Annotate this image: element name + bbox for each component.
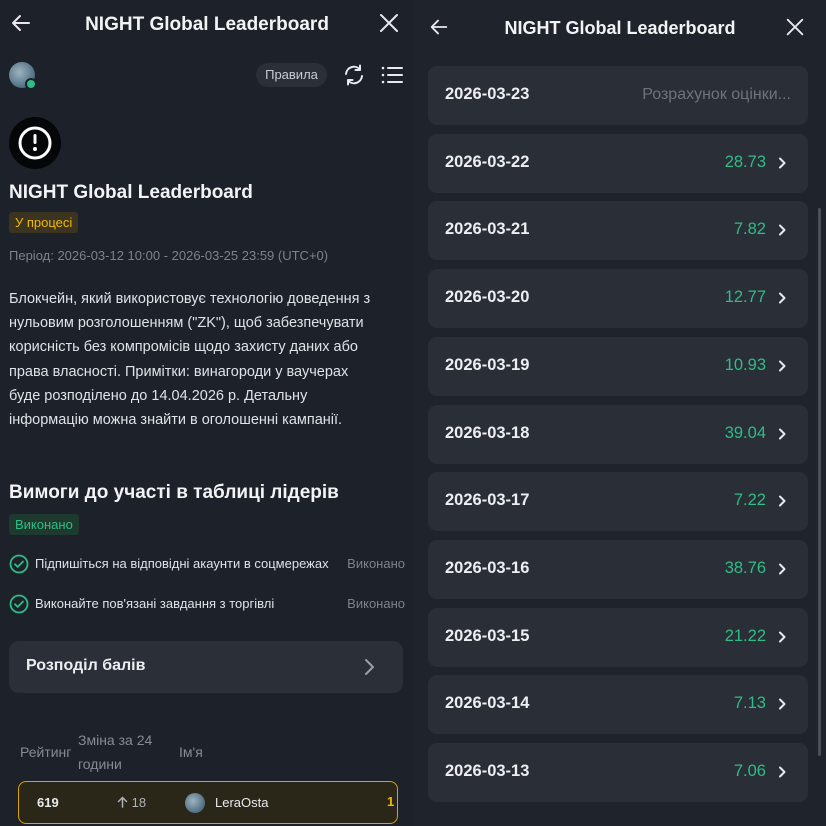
score-date: 2026-03-13 <box>445 762 530 780</box>
chevron-right-icon <box>779 157 786 169</box>
score-value: 38.76 <box>724 558 766 577</box>
night-logo-icon <box>9 117 61 169</box>
campaign-title: NIGHT Global Leaderboard <box>9 182 253 203</box>
right-header: NIGHT Global Leaderboard <box>414 0 826 50</box>
score-value: 7.22 <box>733 491 766 510</box>
daily-scores-panel: NIGHT Global Leaderboard 2026-03-23 Розра… <box>414 0 826 826</box>
daily-score-row[interactable]: 2026-03-18 39.04 <box>428 404 808 464</box>
description-line: права власності. Примітки: винагороди у … <box>9 363 349 380</box>
score-value: 7.06 <box>733 762 766 780</box>
score-date: 2026-03-18 <box>445 423 530 442</box>
description-line: інформацію можна знайти в оголошенні кам… <box>9 412 343 429</box>
refresh-icon[interactable] <box>342 63 366 87</box>
requirement-text: Підпишіться на відповідні акаунти в соцм… <box>35 556 329 571</box>
chevron-right-icon <box>779 563 786 575</box>
chevron-right-icon <box>779 224 786 236</box>
chevron-right-icon <box>779 428 786 439</box>
chevron-right-icon <box>779 698 786 710</box>
score-date: 2026-03-23 <box>445 85 530 103</box>
rules-button[interactable]: Правила <box>256 63 327 87</box>
score-value: 39.04 <box>724 423 766 442</box>
status-badge: У процесі <box>9 212 79 233</box>
chevron-right-icon <box>365 659 374 675</box>
daily-score-row[interactable]: 2026-03-19 10.93 <box>428 336 808 396</box>
close-icon[interactable] <box>784 16 806 38</box>
username: LeraOsta <box>215 795 269 810</box>
score-date: 2026-03-22 <box>445 152 530 171</box>
requirement-status: Виконано <box>347 556 405 571</box>
daily-score-row[interactable]: 2026-03-16 38.76 <box>428 539 808 599</box>
left-header: NIGHT Global Leaderboard <box>0 0 414 50</box>
points-value: 1 <box>387 794 395 809</box>
description-line: буде розподілено до 14.04.2026 р. Деталь… <box>9 387 308 404</box>
daily-score-row[interactable]: 2026-03-21 7.82 <box>428 201 808 261</box>
score-value: 10.93 <box>724 355 766 374</box>
daily-score-row[interactable]: 2026-03-15 21.22 <box>428 607 808 667</box>
requirement-text: Виконайте пов'язані завдання з торгівлі <box>35 596 275 611</box>
score-value: 28.73 <box>724 152 766 171</box>
daily-score-row[interactable]: 2026-03-20 12.77 <box>428 269 808 329</box>
arrow-up-icon <box>117 796 128 808</box>
requirements-title: Вимоги до участі в таблиці лідерів <box>9 482 339 503</box>
col-header-change: Зміна за 24 години <box>78 728 152 776</box>
avatar <box>185 793 205 813</box>
right-header-title: NIGHT Global Leaderboard <box>504 18 736 38</box>
score-value: 21.22 <box>724 626 766 645</box>
rank-value: 619 <box>37 795 59 810</box>
score-value: 7.82 <box>733 220 766 239</box>
requirement-item: Підпишіться на відповідні акаунти в соцм… <box>9 553 405 575</box>
description-line: нульовим розголошенням ("ZK"), щоб забез… <box>9 315 364 332</box>
check-circle-icon <box>9 594 29 614</box>
description-line: Блокчейн, який використовує технологію д… <box>9 291 371 307</box>
avatar-status-badge <box>25 78 37 90</box>
chevron-right-icon <box>779 292 786 304</box>
campaign-description: Блокчейн, який використовує технологію д… <box>9 287 405 432</box>
chevron-right-icon <box>779 360 786 372</box>
col-header-change-line2: години <box>78 756 122 772</box>
rank-change-value: 18 <box>131 795 147 810</box>
requirement-status: Виконано <box>347 596 405 611</box>
daily-score-row[interactable]: 2026-03-22 28.73 <box>428 133 808 193</box>
score-date: 2026-03-20 <box>445 288 530 307</box>
campaign-period: Період: 2026-03-12 10:00 - 2026-03-25 23… <box>9 248 329 263</box>
col-header-rank: Рейтинг <box>20 744 72 760</box>
chevron-right-icon <box>779 766 786 778</box>
score-date: 2026-03-19 <box>445 355 530 374</box>
list-menu-icon[interactable] <box>380 63 404 87</box>
score-date: 2026-03-16 <box>445 558 530 577</box>
score-date: 2026-03-17 <box>445 491 530 510</box>
score-date: 2026-03-21 <box>445 220 530 239</box>
col-header-change-line1: Зміна за 24 <box>78 732 153 748</box>
daily-score-row[interactable]: 2026-03-17 7.22 <box>428 472 808 532</box>
col-header-name: Ім'я <box>179 744 203 760</box>
score-value: 7.13 <box>733 694 766 713</box>
chevron-right-icon <box>779 495 786 507</box>
description-line: корисність без компромісів щодо захисту … <box>9 339 358 356</box>
score-pending-label: Розрахунок оцінки... <box>642 86 791 103</box>
score-value: 12.77 <box>724 288 766 307</box>
left-header-title: NIGHT Global Leaderboard <box>85 14 329 35</box>
daily-score-row[interactable]: 2026-03-23 Розрахунок оцінки... <box>428 66 808 125</box>
points-distribution-label: Розподіл балів <box>26 657 146 674</box>
points-distribution-button[interactable]: Розподіл балів <box>9 641 403 693</box>
score-date: 2026-03-15 <box>445 626 530 645</box>
rank-change: 18 <box>117 795 146 810</box>
chevron-right-icon <box>779 631 786 643</box>
score-date: 2026-03-14 <box>445 694 530 713</box>
daily-score-row[interactable]: 2026-03-14 7.13 <box>428 675 808 735</box>
scrollbar[interactable] <box>818 208 821 756</box>
close-icon[interactable] <box>377 11 401 35</box>
daily-score-row[interactable]: 2026-03-13 7.06 <box>428 743 808 802</box>
check-circle-icon <box>9 554 29 574</box>
campaign-detail-panel: NIGHT Global Leaderboard Правила NIGHT G… <box>0 0 414 826</box>
requirements-status-badge: Виконано <box>9 514 79 535</box>
requirement-item: Виконайте пов'язані завдання з торгівлі … <box>9 593 405 615</box>
my-rank-row[interactable]: 619 18 LeraOsta 1 <box>18 781 398 824</box>
